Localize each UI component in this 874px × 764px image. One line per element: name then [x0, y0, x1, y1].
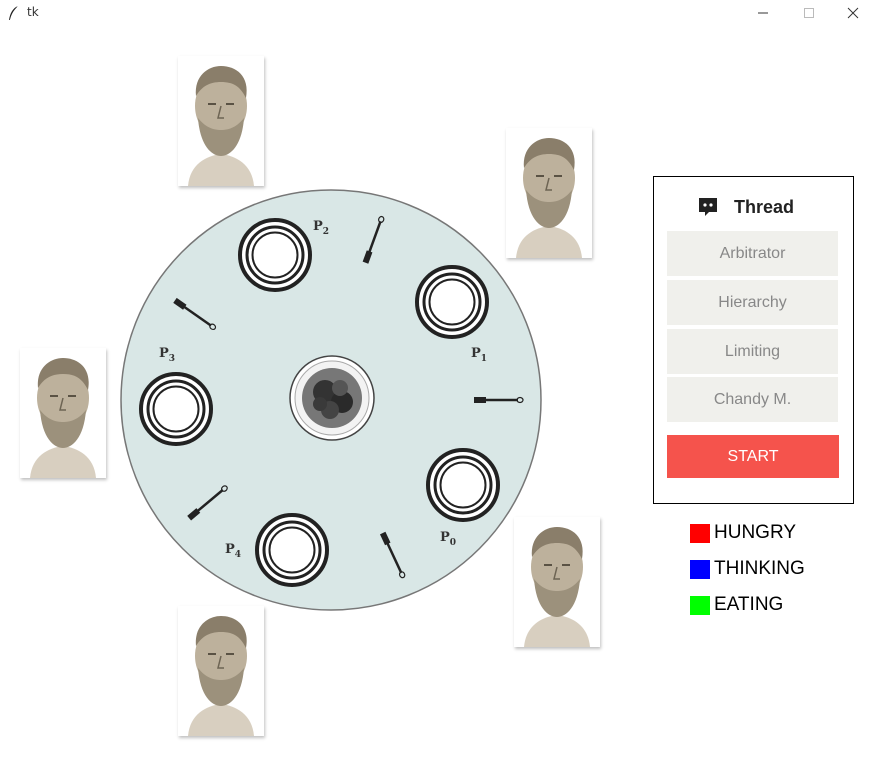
philosopher-portrait-p0 [514, 517, 600, 647]
legend-swatch-thinking [690, 560, 710, 579]
plate-p3 [138, 371, 214, 447]
option-hierarchy[interactable]: Hierarchy [667, 280, 838, 325]
philosopher-bust-image [30, 358, 96, 478]
thread-panel-title: Thread [734, 197, 795, 217]
philosopher-bust-image [188, 66, 254, 186]
plate-p4 [254, 512, 330, 588]
option-chandy-misra[interactable]: Chandy M. [667, 377, 838, 422]
thread-panel: Thread Arbitrator Hierarchy Limiting Cha… [653, 176, 854, 504]
plate-p1 [414, 264, 490, 340]
center-bowl [289, 355, 375, 441]
legend-swatch-eating [690, 596, 710, 615]
plate-p0 [425, 447, 501, 523]
philosopher-bust-image [516, 138, 582, 258]
thread-panel-header: Thread [654, 195, 853, 219]
legend-swatch-hungry [690, 524, 710, 543]
option-limiting[interactable]: Limiting [667, 329, 838, 374]
philosopher-portrait-p3 [20, 348, 106, 478]
philosopher-portrait-p4 [178, 606, 264, 736]
philosopher-portrait-p1 [506, 128, 592, 258]
philosopher-bust-image [524, 527, 590, 647]
philosopher-portrait-p2 [178, 56, 264, 186]
philosopher-bust-image [188, 616, 254, 736]
legend-label-hungry: HUNGRY [714, 522, 796, 543]
option-arbitrator[interactable]: Arbitrator [667, 231, 838, 276]
start-button[interactable]: START [667, 435, 839, 478]
legend-label-eating: EATING [714, 594, 784, 615]
plate-p2 [237, 217, 313, 293]
legend-label-thinking: THINKING [714, 558, 805, 579]
chat-bubble-icon [699, 198, 717, 216]
